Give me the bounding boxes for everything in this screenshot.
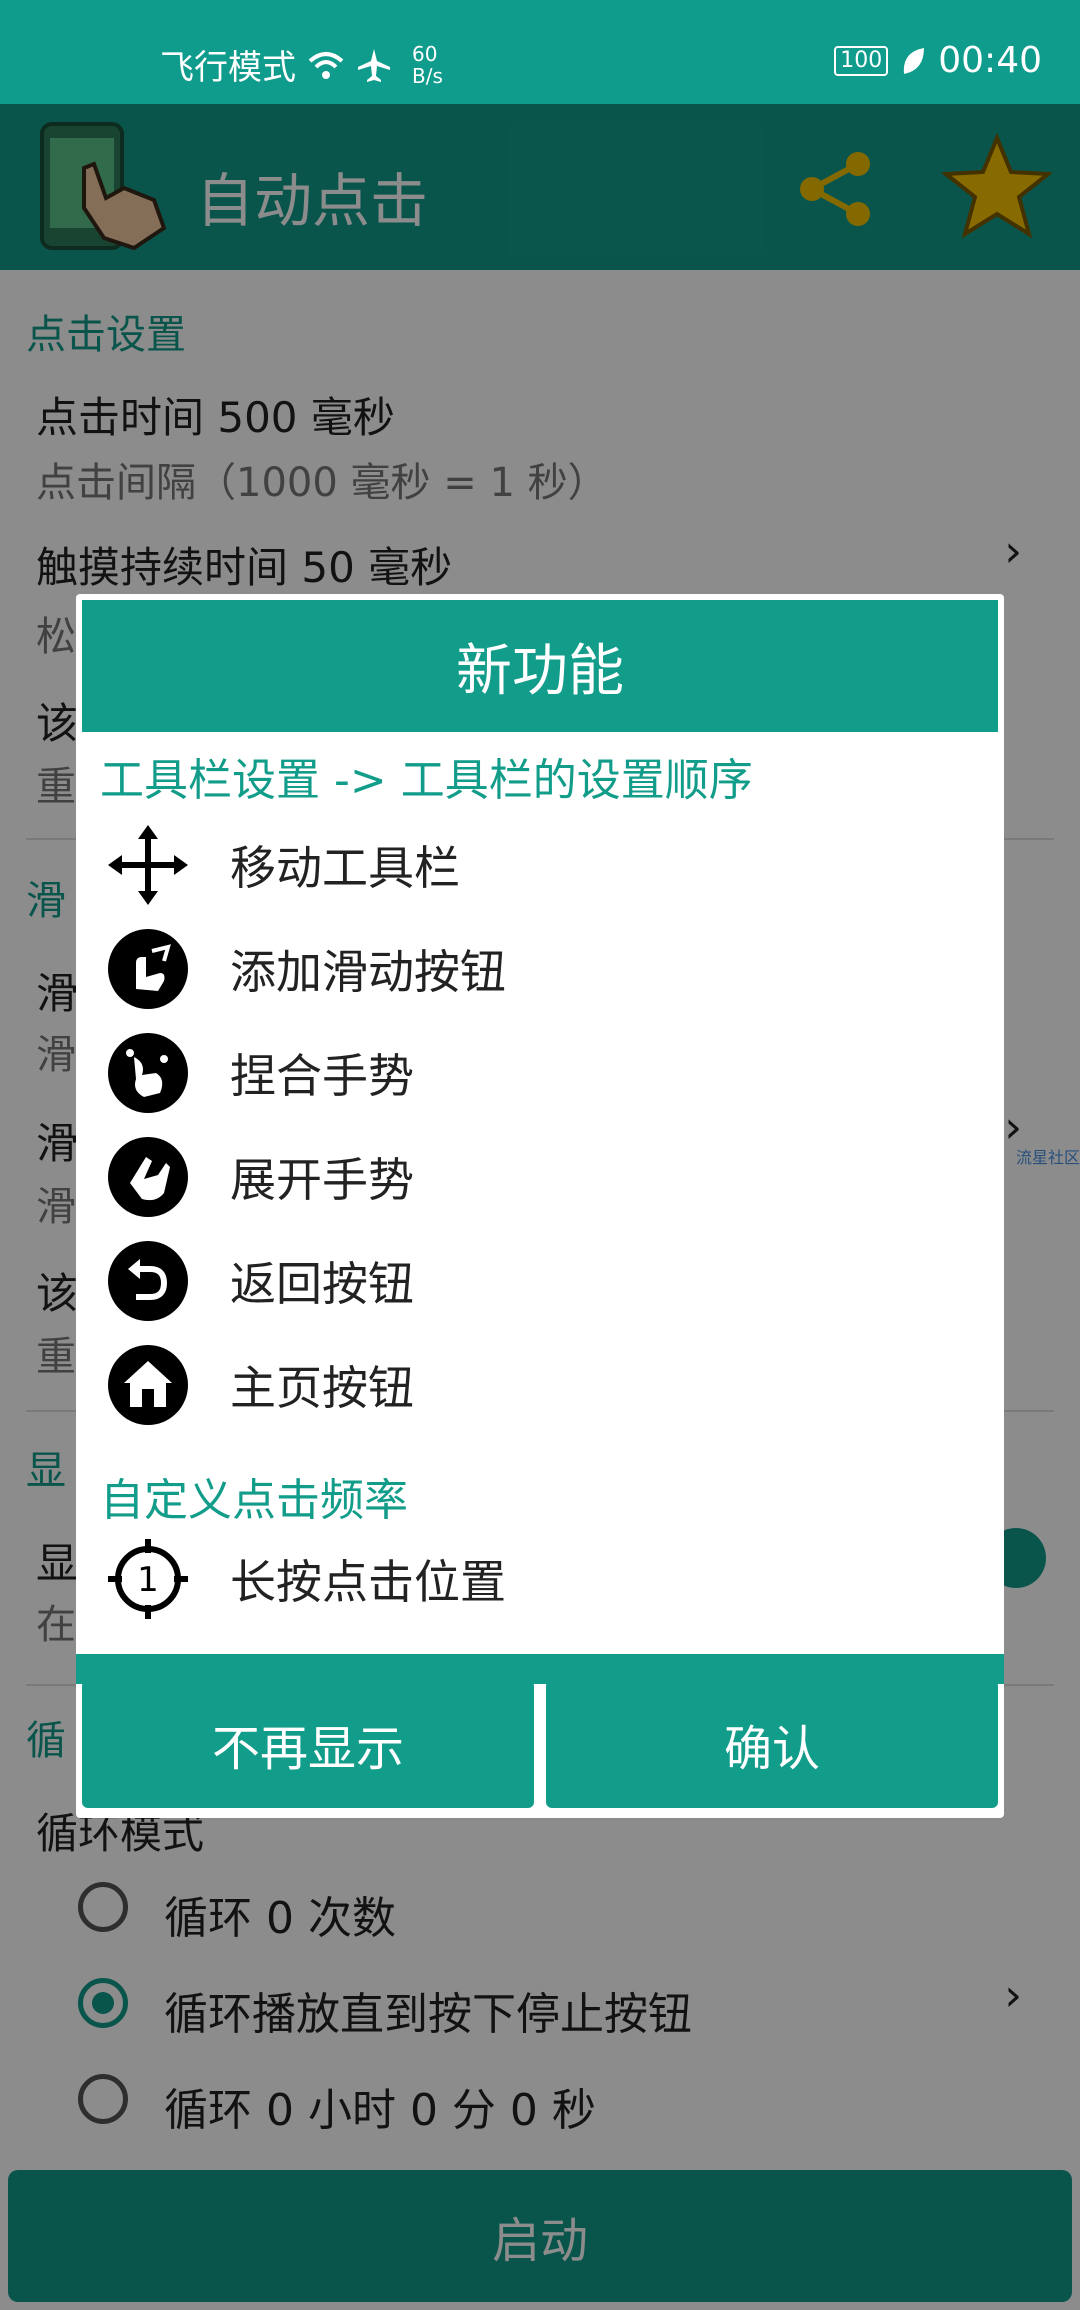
confirm-button[interactable]: 确认 [546,1680,998,1808]
target-icon: 1 [108,1539,188,1619]
wifi-icon [308,51,344,79]
move-icon [108,825,188,905]
status-left: 飞行模式 60 B/s [160,40,443,89]
new-features-dialog: 新功能 工具栏设置 -> 工具栏的设置顺序 移动工具栏 添加滑动按钮 捏合手势 [76,594,1004,1818]
leaf-icon [904,47,925,74]
home-icon [108,1345,188,1425]
dialog-item-label: 长按点击位置 [230,1555,506,1609]
pinch-gesture-icon [108,1033,188,1113]
dialog-item-label: 展开手势 [230,1153,414,1207]
spread-gesture-icon [108,1137,188,1217]
dialog-item-spread: 展开手势 [106,1132,966,1222]
dialog-item-move-toolbar: 移动工具栏 [106,820,966,910]
swipe-gesture-icon [108,929,188,1009]
dialog-item-back: 返回按钮 [106,1236,966,1326]
back-icon [108,1241,188,1321]
network-speed: 60 B/s [412,43,443,87]
dialog-item-label: 主页按钮 [230,1361,414,1415]
clock: 00:40 [938,40,1042,81]
target-badge: 1 [137,1560,159,1600]
dialog-section-toolbar: 工具栏设置 -> 工具栏的设置顺序 [100,755,753,806]
speed-unit: B/s [412,63,443,88]
airplane-icon [358,48,390,82]
dont-show-again-button[interactable]: 不再显示 [82,1680,534,1808]
dialog-item-label: 返回按钮 [230,1257,414,1311]
dialog-item-label: 添加滑动按钮 [230,945,506,999]
status-right: 100 00:40 [834,40,1042,81]
speed-value: 60 [412,41,438,66]
dialog-section-click-frequency: 自定义点击频率 [100,1475,408,1526]
status-bar: 飞行模式 60 B/s 100 00:40 [0,0,1080,104]
battery-icon: 100 [834,45,889,76]
dialog-item-label: 移动工具栏 [230,841,460,895]
dialog-item-add-swipe: 添加滑动按钮 [106,924,966,1014]
dialog-item-pinch: 捏合手势 [106,1028,966,1118]
dialog-title: 新功能 [82,600,998,732]
dialog-item-home: 主页按钮 [106,1340,966,1430]
dialog-item-long-press: 1 长按点击位置 [106,1534,966,1624]
dialog-item-label: 捏合手势 [230,1049,414,1103]
airplane-mode-label: 飞行模式 [160,48,296,88]
